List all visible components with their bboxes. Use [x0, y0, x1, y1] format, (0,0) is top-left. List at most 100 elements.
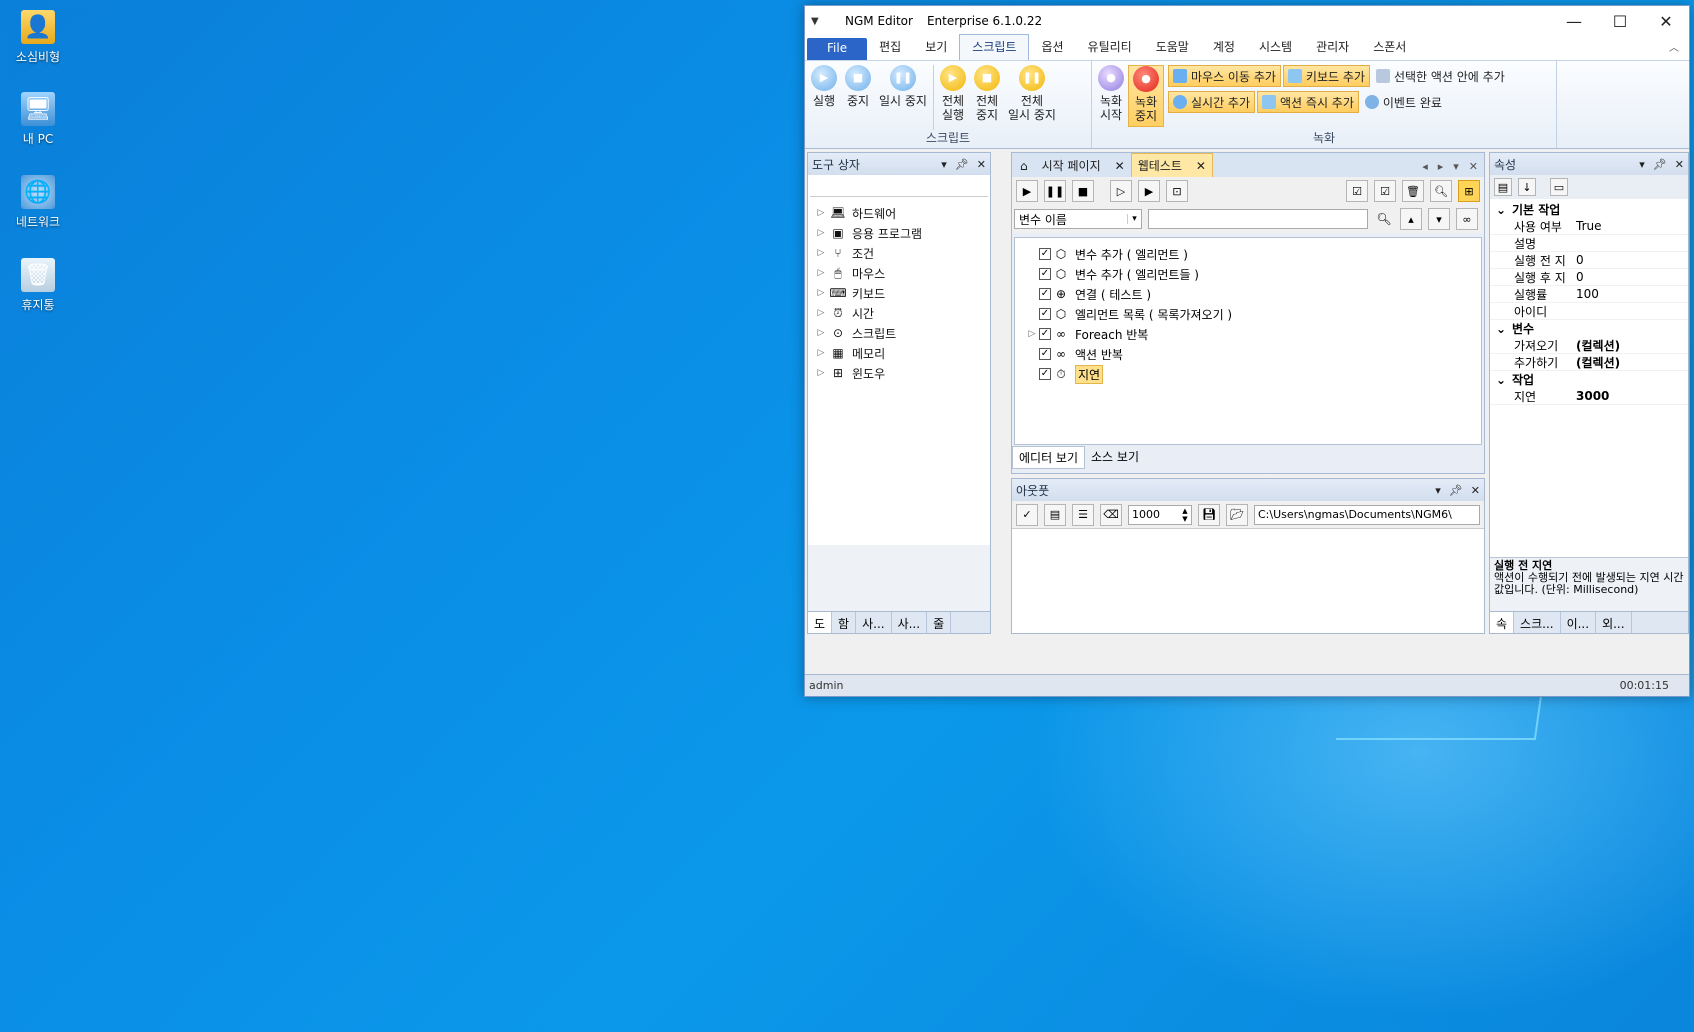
checkbox[interactable]: ✓ — [1039, 328, 1051, 340]
checkbox[interactable]: ✓ — [1039, 288, 1051, 300]
tree-item-mouse[interactable]: ▷ 🖱︎ 마우스 — [814, 263, 984, 283]
expand-icon[interactable]: ▷ — [814, 248, 828, 258]
system-menu-icon[interactable]: ▼ — [811, 16, 831, 27]
action-instant-add-button[interactable]: 액션 즉시 추가 — [1257, 91, 1359, 113]
run-selected-icon[interactable]: ▶ — [1138, 180, 1160, 202]
check-selected-icon[interactable]: ☑ — [1374, 180, 1396, 202]
spinner-icon[interactable]: ▲ ▼ — [1179, 507, 1191, 523]
filter-input[interactable] — [1148, 209, 1368, 229]
search-icon[interactable]: 🔍︎ — [1374, 212, 1394, 226]
sort-alpha-icon[interactable]: ↓ — [1518, 178, 1536, 196]
action-item[interactable]: ✓ ⊕ 연결 ( 테스트 ) — [1019, 284, 1481, 304]
tree-item-script[interactable]: ▷ ⊙ 스크립트 — [814, 323, 984, 343]
tab-admin[interactable]: 관리자 — [1304, 35, 1361, 60]
tree-item-keyboard[interactable]: ▷ ⌨ 키보드 — [814, 283, 984, 303]
keyboard-add-button[interactable]: 키보드 추가 — [1282, 65, 1370, 87]
pin-icon[interactable]: 📌︎ — [1653, 158, 1667, 171]
tab-functions[interactable]: 함 — [832, 612, 857, 633]
action-item[interactable]: ✓ ∞ 액션 반복 — [1019, 344, 1481, 364]
mouse-move-add-button[interactable]: 마우스 이동 추가 — [1168, 65, 1281, 87]
desktop-icon-user-folder[interactable]: 👤 소심비형 — [0, 10, 76, 65]
tab-properties[interactable]: 속 — [1490, 612, 1515, 633]
close-button[interactable]: ✕ — [1643, 6, 1689, 36]
tab-account[interactable]: 계정 — [1201, 35, 1247, 60]
action-item[interactable]: ✓ ⬡ 변수 추가 ( 엘리먼트들 ) — [1019, 264, 1481, 284]
tab-view[interactable]: 보기 — [913, 35, 959, 60]
clear-filter-icon[interactable]: ✓ — [1016, 503, 1038, 526]
close-icon[interactable]: ✕ — [1471, 484, 1480, 497]
property-row[interactable]: 사용 여부 True — [1490, 218, 1688, 235]
checkbox[interactable]: ✓ — [1039, 248, 1051, 260]
close-tab-icon[interactable]: ✕ — [1115, 159, 1125, 173]
tree-item-window[interactable]: ▷ ⊞ 윈도우 — [814, 363, 984, 383]
stop-icon[interactable]: ■ — [1072, 180, 1094, 202]
property-value[interactable]: (컬렉션) — [1574, 354, 1620, 371]
run-from-icon[interactable]: ▷ — [1110, 180, 1132, 202]
expand-icon[interactable]: ▷ — [814, 368, 828, 378]
realtime-add-button[interactable]: 실시간 추가 — [1168, 91, 1256, 113]
expand-icon[interactable]: ▷ — [814, 208, 828, 218]
property-category[interactable]: ⌄ 변수 — [1490, 320, 1688, 337]
tab-user-1[interactable]: 사... — [856, 612, 892, 633]
tree-view-icon[interactable]: ⊞ — [1458, 180, 1480, 202]
expand-icon[interactable]: ▷ — [814, 348, 828, 358]
dropdown-icon[interactable]: ▾ — [1639, 158, 1645, 171]
list-icon[interactable]: ☰ — [1072, 503, 1094, 526]
step-icon[interactable]: ⊡ — [1166, 180, 1188, 202]
eraser-icon[interactable]: ⌫ — [1100, 503, 1122, 526]
tab-lines[interactable]: 줄 — [927, 612, 952, 633]
close-icon[interactable]: ✕ — [977, 158, 986, 171]
property-row[interactable]: 아이디 — [1490, 303, 1688, 320]
new-document-icon[interactable]: ▤ — [1044, 503, 1066, 526]
tab-options[interactable]: 옵션 — [1029, 35, 1075, 60]
move-down-icon[interactable]: ▾ — [1428, 208, 1450, 230]
property-row[interactable]: 실행 전 지 0 — [1490, 252, 1688, 269]
checkbox[interactable]: ✓ — [1039, 348, 1051, 360]
tab-toolbox[interactable]: 도 — [808, 612, 833, 633]
tab-start-page[interactable]: ⌂ 시작 페이지 ✕ — [1014, 154, 1131, 177]
pause-icon[interactable]: ❚❚ — [1044, 180, 1066, 202]
expand-icon[interactable]: ▷ — [814, 308, 828, 318]
loop-icon[interactable]: ∞ — [1456, 208, 1478, 230]
maximize-button[interactable]: ☐ — [1597, 6, 1643, 36]
tab-external[interactable]: 외... — [1596, 612, 1632, 633]
scroll-right-icon[interactable]: ▸ — [1438, 160, 1444, 173]
close-icon[interactable]: ✕ — [1675, 158, 1684, 171]
tab-file[interactable]: File — [807, 38, 868, 60]
tab-utility[interactable]: 유틸리티 — [1076, 35, 1144, 60]
zoom-icon[interactable]: 🔍︎ — [1430, 180, 1452, 202]
tab-images[interactable]: 이... — [1561, 612, 1597, 633]
tree-item-memory[interactable]: ▷ ▦ 메모리 — [814, 343, 984, 363]
tree-item-application[interactable]: ▷ ▣ 응용 프로그램 — [814, 223, 984, 243]
property-row[interactable]: 실행률 100 — [1490, 286, 1688, 303]
move-up-icon[interactable]: ▴ — [1400, 208, 1422, 230]
property-value[interactable]: True — [1574, 219, 1602, 233]
action-item-selected[interactable]: ✓ ⏱︎ 지연 — [1019, 364, 1481, 384]
tree-item-hardware[interactable]: ▷ 💻︎ 하드웨어 — [814, 203, 984, 223]
tab-help[interactable]: 도움말 — [1144, 35, 1201, 60]
collapse-icon[interactable]: ⌄ — [1490, 203, 1512, 217]
property-row[interactable]: 지연 3000 — [1490, 388, 1688, 405]
scroll-left-icon[interactable]: ◂ — [1422, 160, 1428, 173]
collapse-icon[interactable]: ⌄ — [1490, 322, 1512, 336]
line-count-stepper[interactable]: 1000 ▲ ▼ — [1128, 504, 1192, 525]
save-icon[interactable]: 💾︎ — [1198, 503, 1220, 526]
chevron-down-icon[interactable]: ▾ — [1127, 214, 1141, 224]
tab-list-icon[interactable]: ▾ — [1453, 160, 1459, 173]
close-document-icon[interactable]: ✕ — [1469, 160, 1478, 173]
tab-script[interactable]: 스크립트 — [959, 34, 1030, 60]
dropdown-icon[interactable]: ▾ — [1435, 484, 1441, 497]
expand-icon[interactable]: ▷ — [814, 228, 828, 238]
property-value[interactable]: 3000 — [1574, 389, 1609, 403]
action-item[interactable]: ▷ ✓ ∞ Foreach 반복 — [1019, 324, 1481, 344]
tab-user-2[interactable]: 사... — [892, 612, 928, 633]
tab-source-view[interactable]: 소스 보기 — [1085, 446, 1145, 469]
collapse-icon[interactable]: ⌄ — [1490, 373, 1512, 387]
desktop-icon-recycle-bin[interactable]: 🗑 휴지통 — [0, 258, 76, 313]
add-inside-selected-button[interactable]: 선택한 액션 안에 추가 — [1372, 65, 1509, 87]
tab-sponsor[interactable]: 스폰서 — [1361, 35, 1418, 60]
desktop-icon-this-pc[interactable]: 🖥 내 PC — [0, 92, 76, 147]
property-row[interactable]: 설명 — [1490, 235, 1688, 252]
property-category[interactable]: ⌄ 작업 — [1490, 371, 1688, 388]
toolbox-search-input[interactable] — [810, 177, 988, 197]
